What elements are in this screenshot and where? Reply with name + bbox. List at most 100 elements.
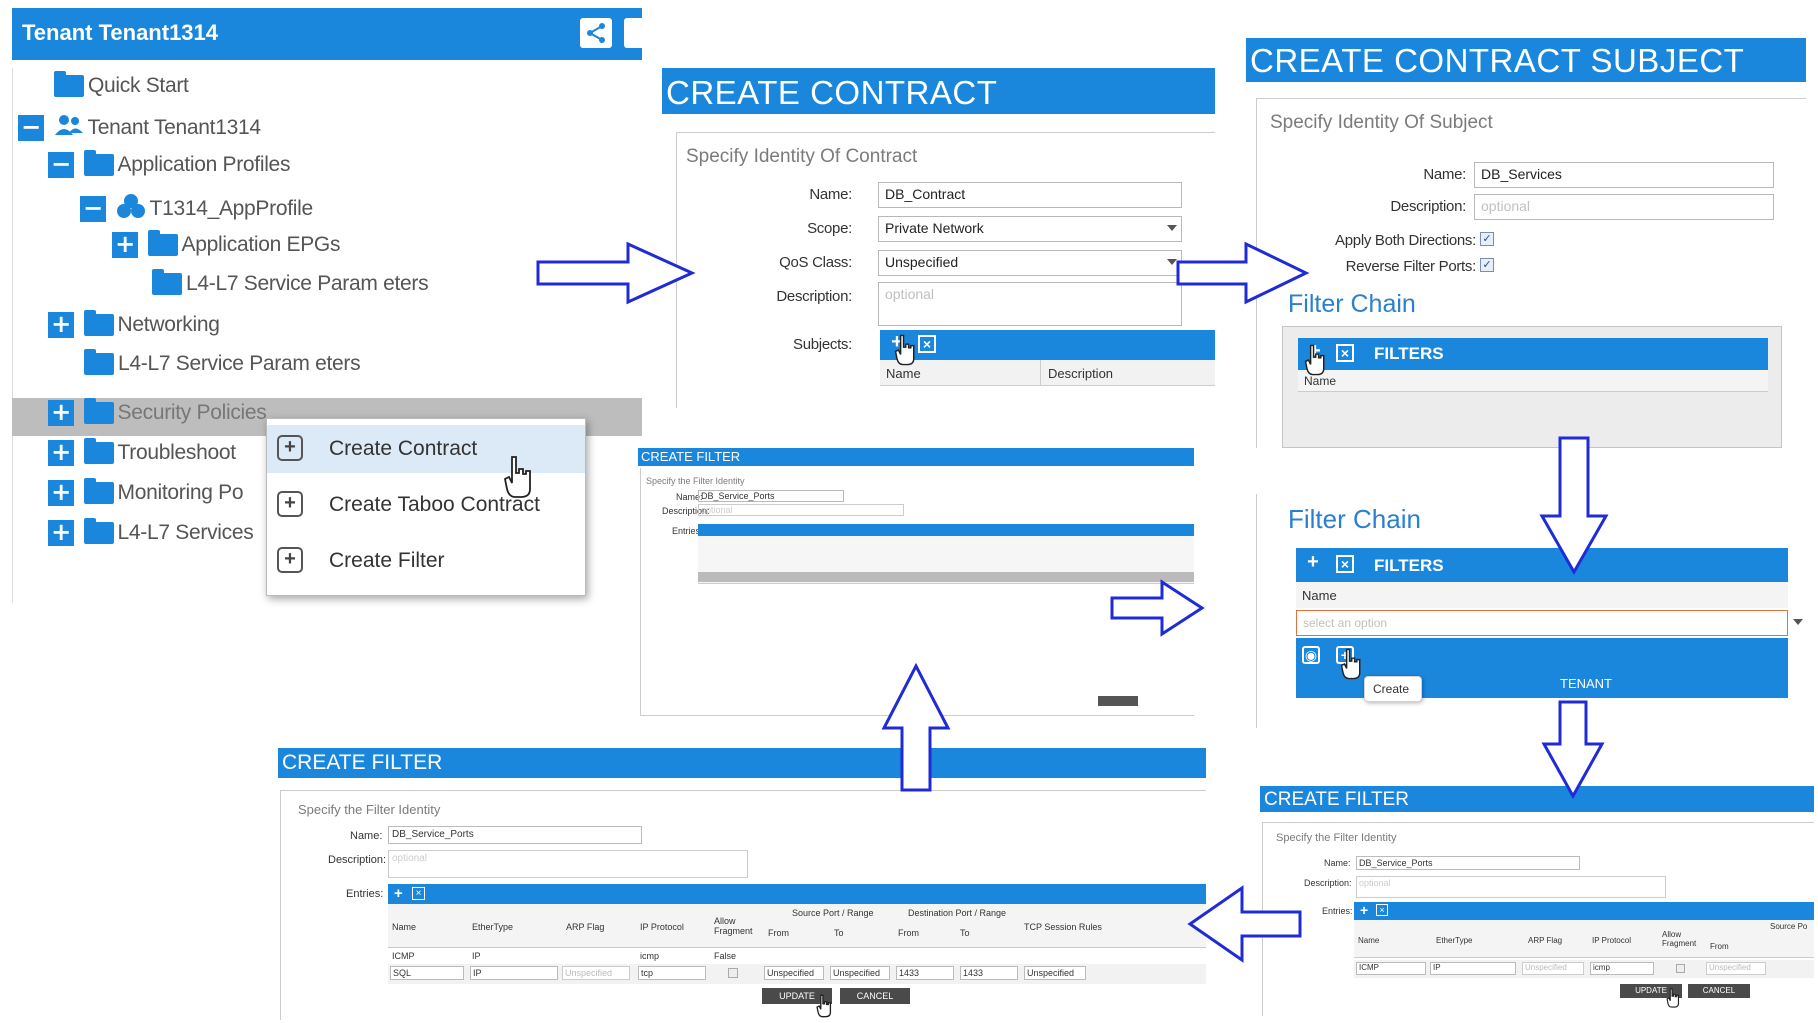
apply-both-directions-checkbox[interactable]: ✓ xyxy=(1480,232,1494,246)
table-row-editing[interactable]: SQL IP Unspecified tcp Unspecified Unspe… xyxy=(388,964,1206,984)
add-icon: + xyxy=(277,547,303,573)
menu-item-create-contract[interactable]: + Create Contract xyxy=(267,425,585,473)
tree-item-networking[interactable]: + Networking xyxy=(48,310,220,338)
edit-src-to[interactable]: Unspecified xyxy=(830,966,890,980)
chevron-down-icon xyxy=(1167,225,1177,231)
collapse-icon[interactable]: − xyxy=(80,196,106,222)
delete-icon[interactable]: × xyxy=(412,887,425,900)
col-destination-port: Destination Port / Range xyxy=(908,908,1007,918)
menu-item-create-taboo-contract[interactable]: + Create Taboo Contract xyxy=(267,481,585,529)
contract-name-field[interactable]: DB_Contract xyxy=(878,182,1182,208)
edit-dst-to[interactable]: 1433 xyxy=(960,966,1018,980)
cancel-button[interactable]: CANCEL xyxy=(1688,984,1750,998)
expand-icon[interactable]: + xyxy=(48,480,74,506)
right-entries-header: Name EtherType ARP Flag IP Protocol Allo… xyxy=(1354,920,1814,958)
contract-desc-field[interactable]: optional xyxy=(878,282,1182,326)
delete-icon[interactable]: × xyxy=(1336,344,1354,362)
col-allow-fragment: Allow Fragment xyxy=(1662,930,1697,948)
tree-item-tenant[interactable]: − Tenant Tenant1314 xyxy=(18,113,261,143)
edit-ip-protocol[interactable]: tcp xyxy=(638,966,706,980)
edit-name[interactable]: ICMP xyxy=(1356,962,1426,975)
delete-icon[interactable]: × xyxy=(1336,555,1354,573)
contract-qos-select[interactable]: Unspecified xyxy=(878,250,1182,276)
subject-name-field[interactable]: DB_Services xyxy=(1474,162,1774,188)
right-section-title: Specify the Filter Identity xyxy=(1276,832,1397,844)
edit-name[interactable]: SQL xyxy=(390,966,464,980)
add-icon[interactable]: + xyxy=(394,885,403,902)
create-subject-title: CREATE CONTRACT SUBJECT xyxy=(1250,42,1745,79)
chevron-down-icon xyxy=(1793,619,1803,625)
allow-fragment-checkbox[interactable] xyxy=(728,968,738,978)
edit-arp-flag[interactable]: Unspecified xyxy=(1522,962,1584,975)
collapse-icon[interactable]: − xyxy=(48,152,74,178)
tree-item-l4l7-service-params[interactable]: L4-L7 Service Param eters xyxy=(84,349,361,376)
expand-icon[interactable]: + xyxy=(48,520,74,546)
expand-icon[interactable]: + xyxy=(48,440,74,466)
mini-desc-field[interactable]: optional xyxy=(698,504,904,516)
expand-icon[interactable]: + xyxy=(112,232,138,258)
right-desc-field[interactable]: optional xyxy=(1356,876,1666,898)
entries-header: Name EtherType ARP Flag IP Protocol Allo… xyxy=(388,904,1206,948)
edit-ethertype[interactable]: IP xyxy=(470,966,558,980)
flow-arrow-left-icon xyxy=(1187,885,1302,963)
tree-header: Tenant Tenant1314 xyxy=(12,8,642,60)
add-icon: + xyxy=(277,435,303,461)
tree-item-l4l7-services[interactable]: + L4-L7 Services xyxy=(48,518,254,546)
contract-scope-label: Scope: xyxy=(807,220,852,237)
share-icon[interactable] xyxy=(580,18,612,48)
folder-icon xyxy=(83,478,114,504)
table-row[interactable]: ICMP IP icmp False xyxy=(388,948,1206,964)
delete-icon[interactable]: × xyxy=(1376,904,1388,916)
folder-icon xyxy=(83,310,114,336)
filter-select[interactable]: select an option xyxy=(1296,610,1803,636)
flow-arrow-right-icon xyxy=(1176,241,1310,305)
expand-icon[interactable]: + xyxy=(48,400,74,426)
settings-icon[interactable] xyxy=(624,18,642,48)
tree-item-l4l7-service-params-app[interactable]: L4-L7 Service Param eters xyxy=(152,269,429,296)
col-name: Name xyxy=(392,922,417,932)
subject-desc-field[interactable]: optional xyxy=(1474,194,1774,220)
cell-ethertype: IP xyxy=(472,951,481,961)
tree-item-security-policies[interactable]: + Security Policies xyxy=(48,398,267,426)
edit-ethertype[interactable]: IP xyxy=(1430,962,1516,975)
expand-icon[interactable]: + xyxy=(48,312,74,338)
menu-item-create-filter[interactable]: + Create Filter xyxy=(267,537,585,585)
col-dst-from: From xyxy=(898,928,919,938)
col-source-port: Source Port / Range xyxy=(792,908,874,918)
tree-item-app-profile[interactable]: − T1314_AppProfile xyxy=(80,192,313,226)
create-contract-titlebar: CREATE CONTRACT xyxy=(662,68,1215,114)
edit-src-from[interactable]: Unspecified xyxy=(764,966,824,980)
add-icon[interactable]: + xyxy=(1304,552,1322,573)
edit-src-from[interactable]: Unspecified xyxy=(1706,962,1766,975)
tree-item-application-profiles[interactable]: − Application Profiles xyxy=(48,150,290,178)
subjects-toolbar: + × xyxy=(880,330,1215,360)
collapse-icon[interactable]: − xyxy=(18,115,44,141)
create-contract-section-title: Specify Identity Of Contract xyxy=(686,146,918,167)
mini-entries-toolbar xyxy=(698,524,1194,536)
edit-tcp-session[interactable]: Unspecified xyxy=(1024,966,1086,980)
tree-item-quick-start[interactable]: Quick Start xyxy=(54,71,189,98)
delete-icon[interactable]: × xyxy=(918,335,936,353)
create-contract-title: CREATE CONTRACT xyxy=(666,74,998,111)
tree-item-monitoring[interactable]: + Monitoring Po xyxy=(48,478,244,506)
create-subject-dialog: CREATE CONTRACT SUBJECT Specify Identity… xyxy=(1246,38,1806,448)
create-subject-section-title: Specify Identity Of Subject xyxy=(1270,112,1493,133)
folder-icon xyxy=(83,398,114,424)
contract-scope-select[interactable]: Private Network xyxy=(878,216,1182,242)
tree-item-troubleshoot[interactable]: + Troubleshoot xyxy=(48,438,236,466)
table-row-editing[interactable]: ICMP IP Unspecified icmp Unspecified xyxy=(1354,960,1814,978)
tree-item-application-epgs[interactable]: + Application EPGs xyxy=(112,230,340,258)
edit-dst-from[interactable]: 1433 xyxy=(896,966,954,980)
filter-desc-field[interactable]: optional xyxy=(388,850,748,878)
cancel-button[interactable]: CANCEL xyxy=(840,988,910,1004)
right-name-field[interactable]: DB_Service_Ports xyxy=(1356,856,1580,870)
filter-name-field[interactable]: DB_Service_Ports xyxy=(388,826,642,844)
mini-name-field[interactable]: DB_Service_Ports xyxy=(698,490,844,502)
reverse-filter-ports-checkbox[interactable]: ✓ xyxy=(1480,258,1494,272)
col-dst-to: To xyxy=(960,928,970,938)
edit-ip-protocol[interactable]: icmp xyxy=(1590,962,1654,975)
edit-arp-flag[interactable]: Unspecified xyxy=(562,966,630,980)
allow-fragment-checkbox[interactable] xyxy=(1676,964,1685,973)
add-icon[interactable]: + xyxy=(1360,902,1368,918)
settings-icon[interactable]: ◉ xyxy=(1302,646,1320,664)
